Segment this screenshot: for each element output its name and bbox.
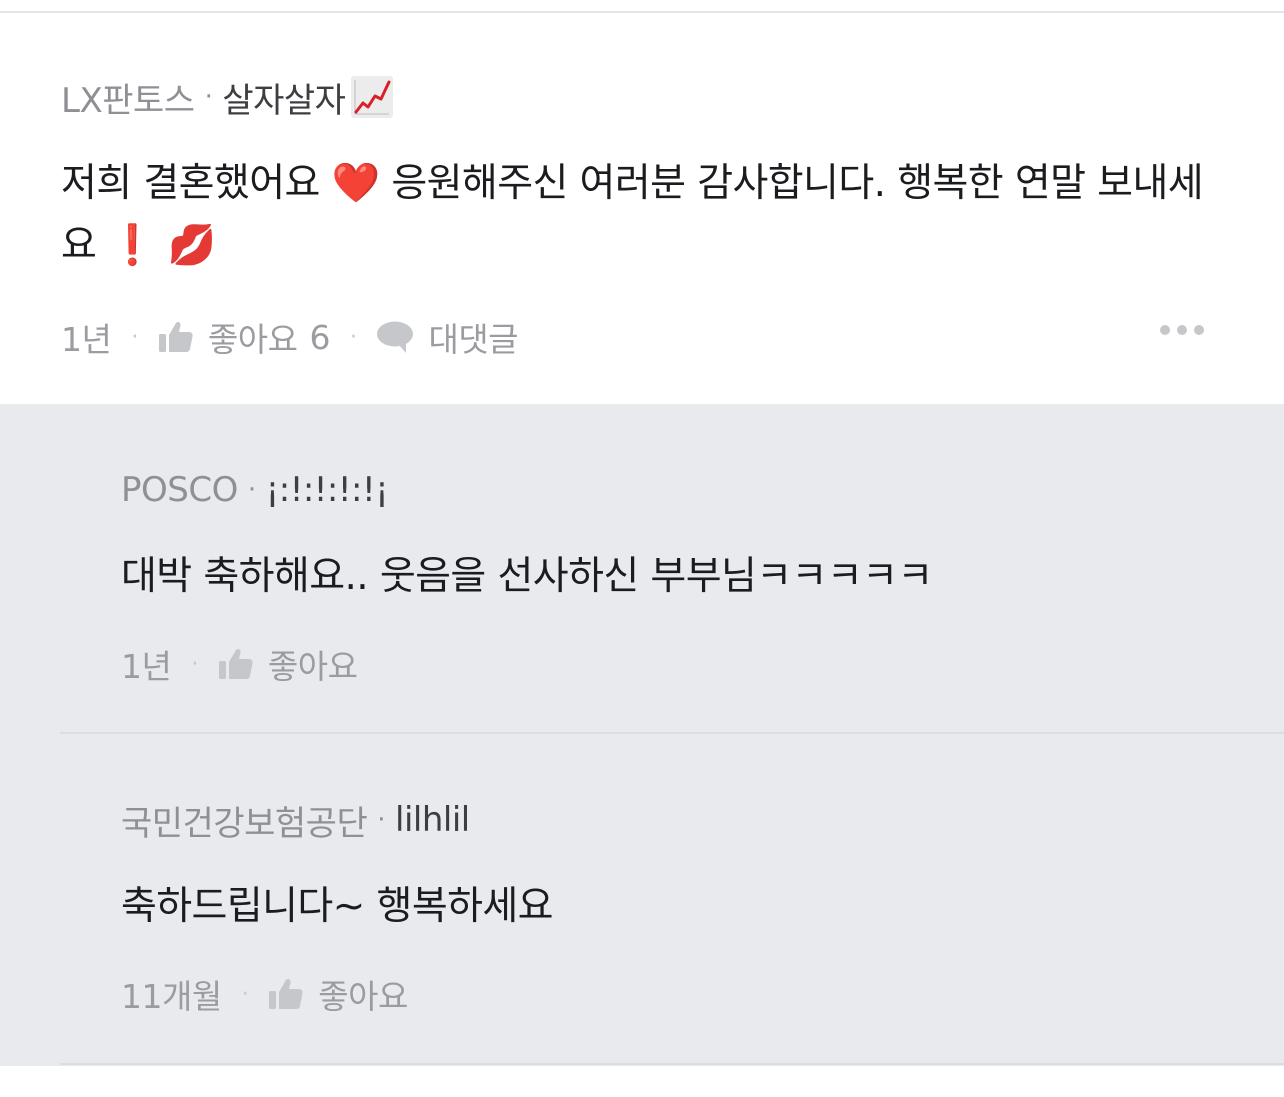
comment-time: 1년 [61,320,112,359]
comment-meta: 1년 · 좋아요 6 · 대댓글 [61,313,519,361]
reply-divider [60,732,1284,734]
bottom-divider [60,1063,1284,1065]
comment-post: LX판토스 · 살자살자 저희 결혼했어요 ❤️ 응원해주신 여러분 감사합니다… [0,13,1284,404]
thumbs-up-icon[interactable] [218,647,254,681]
reply-meta: 1년 · 좋아요 [121,640,358,688]
heart-icon: ❤️ [331,161,381,206]
reply-meta: 11개월 · 좋아요 [121,972,408,1016]
author-company: LX판토스 [61,80,195,121]
comment-text-part-1: 저희 결혼했어요 [61,161,320,206]
reply-text: 대박 축하해요.. 웃음을 선사하신 부부님ㅋㅋㅋㅋㅋ [121,554,933,599]
thumbs-up-icon[interactable] [158,320,194,354]
author-line[interactable]: LX판토스 · 살자살자 [61,75,394,121]
author-separator: · [204,82,213,112]
meta-dot: · [131,324,138,350]
reply-author-nickname: ¡:!:!:!:!¡ [265,470,389,510]
reply-author-separator: · [377,805,386,835]
reply-time: 1년 [121,647,172,686]
reply-button[interactable]: 대댓글 [428,313,518,361]
meta-dot: · [241,981,249,1007]
reply-author-line[interactable]: 국민건강보험공단 · lilhlil [121,798,470,844]
kiss-icon: 💋 [167,223,217,268]
author-nickname: 살자살자 [222,80,346,121]
reply-author-company: POSCO [121,470,238,510]
thumbs-up-icon[interactable] [268,977,304,1011]
like-button[interactable]: 좋아요 [318,970,408,1018]
reply-text: 축하드립니다~ 행복하세요 [121,884,554,929]
reply-author-company: 국민건강보험공단 [121,803,368,844]
like-count: 6 [309,317,330,357]
reply-author-separator: · [247,475,256,505]
like-button[interactable]: 좋아요 [208,313,298,361]
meta-dot: · [349,324,357,350]
replies-section: POSCO · ¡:!:!:!:!¡ 대박 축하해요.. 웃음을 선사하신 부부… [0,404,1284,1066]
reply-time: 11개월 [121,977,222,1016]
like-button[interactable]: 좋아요 [268,640,358,688]
comment-body: 저희 결혼했어요 ❤️ 응원해주신 여러분 감사합니다. 행복한 연말 보내세요… [61,153,1221,277]
meta-dot: · [191,651,198,677]
more-options-icon[interactable] [1160,325,1204,335]
chart-increasing-icon [351,76,394,118]
reply-author-nickname: lilhlil [395,800,470,840]
reply-author-line[interactable]: POSCO · ¡:!:!:!:!¡ [121,468,389,512]
speech-bubble-icon[interactable] [376,320,414,354]
exclamation-icon: ❗ [108,223,157,268]
